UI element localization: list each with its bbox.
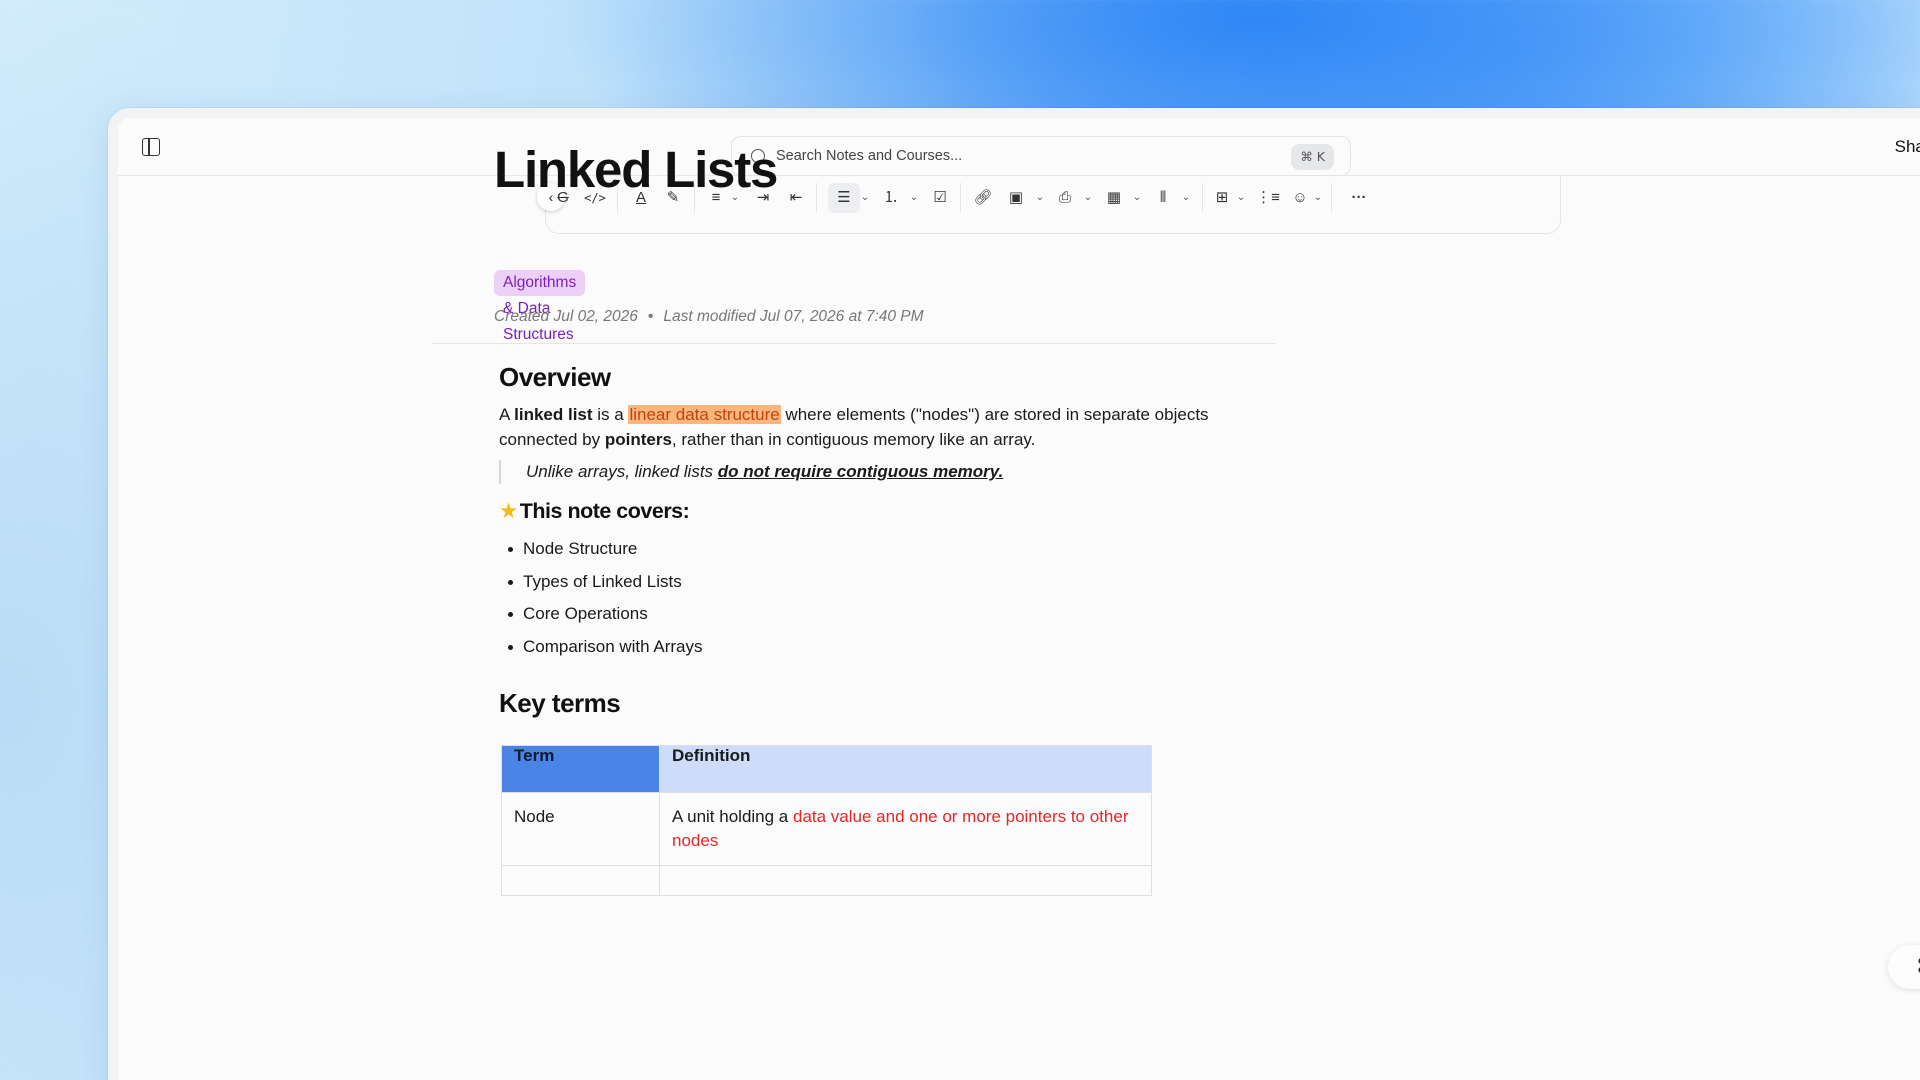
link-icon[interactable]: 🔗︎ [970, 183, 996, 213]
text-span: is a [592, 405, 629, 424]
course-tag[interactable]: Algorithms & Data Structures [494, 270, 586, 343]
list-item: Core Operations [508, 602, 703, 635]
quote-emphasis: do not require contiguous memory. [717, 462, 1004, 481]
file-icon[interactable]: ⎙ [1052, 183, 1078, 213]
note-title[interactable]: Linked Lists [494, 140, 778, 199]
image-dropdown-icon[interactable]: ⌄ [1033, 183, 1047, 213]
list-item: Comparison with Arrays [508, 635, 703, 668]
covers-list: Node Structure Types of Linked Lists Cor… [508, 537, 703, 667]
share-button[interactable]: Share [1895, 137, 1920, 157]
definition-text: A unit holding a [672, 807, 793, 826]
outdent-icon[interactable]: ⇤ [783, 183, 809, 213]
table-row [501, 865, 1152, 896]
bullet-list-icon[interactable]: ☰ [828, 183, 860, 213]
table-cell-term: Node [501, 792, 660, 866]
table-header-term: Term [501, 745, 660, 793]
numbered-list-dropdown-icon[interactable]: ⌄ [907, 183, 921, 213]
video-dropdown-icon[interactable]: ⌄ [1130, 183, 1144, 213]
search-shortcut-badge: ⌘ K [1291, 144, 1334, 170]
numbered-list-icon[interactable]: ⒈ [878, 183, 904, 213]
checklist-icon[interactable]: ☑ [927, 183, 953, 213]
table-cell-definition: A unit holding a data value and one or m… [659, 792, 1152, 866]
toolbar-divider [816, 183, 817, 213]
emoji-icon[interactable]: ☺ [1287, 183, 1313, 213]
covers-heading: ★This note covers: [499, 499, 690, 524]
table-cell-term [501, 865, 660, 896]
video-icon[interactable]: ▦ [1101, 183, 1127, 213]
table-row: Node A unit holding a data value and one… [501, 792, 1152, 866]
toolbar-divider [1331, 183, 1332, 213]
overview-heading: Overview [499, 362, 611, 392]
blockquote: Unlike arrays, linked lists do not requi… [499, 460, 1003, 484]
bold-term: pointers [604, 429, 672, 449]
text-span: , rather than in contiguous memory like … [671, 429, 1036, 449]
emoji-dropdown-icon[interactable]: ⌄ [1311, 183, 1325, 213]
toolbar-divider [960, 183, 961, 213]
overview-paragraph: A linked list is a linear data structure… [499, 403, 1219, 452]
note-metadata: Created Jul 02, 2026 • Last modified Jul 0… [494, 308, 924, 326]
table-cell-definition [659, 865, 1152, 896]
table-icon[interactable]: ⊞ [1209, 183, 1235, 213]
list-item: Types of Linked Lists [508, 570, 703, 603]
modified-date: Last modified Jul 07, 2026 at 7:40 PM [663, 308, 924, 325]
search-input[interactable]: Search Notes and Courses... ⌘ K [731, 136, 1351, 176]
list-item: Node Structure [508, 537, 703, 570]
table-header-row: Term Definition [501, 745, 1152, 793]
audio-dropdown-icon[interactable]: ⌄ [1179, 183, 1193, 213]
covers-heading-text: This note covers: [519, 499, 690, 523]
table-header-definition: Definition [659, 745, 1152, 793]
audio-icon[interactable]: ⦀ [1150, 183, 1176, 213]
image-icon[interactable]: ▣ [1003, 183, 1029, 213]
key-terms-table: Term Definition Node A unit holding a da… [501, 745, 1152, 896]
header-divider [432, 343, 1276, 344]
sidebar-toggle-icon[interactable] [142, 138, 160, 156]
text-span: A [499, 405, 515, 424]
created-date: Created Jul 02, 2026 [494, 308, 638, 325]
key-terms-heading: Key terms [499, 688, 621, 718]
app-window: Search Notes and Courses... ⌘ K Share ‹ … [108, 108, 1920, 1080]
search-placeholder: Search Notes and Courses... [776, 148, 963, 164]
command-menu-icon[interactable]: ⌘ [1888, 945, 1920, 989]
line-numbers-icon[interactable]: ⋮≡ [1255, 183, 1281, 213]
quote-text: Unlike arrays, linked lists [526, 462, 718, 481]
bullet-list-dropdown-icon[interactable]: ⌄ [858, 183, 872, 213]
table-dropdown-icon[interactable]: ⌄ [1234, 183, 1248, 213]
star-icon: ★ [499, 499, 518, 523]
toolbar-divider [1202, 183, 1203, 213]
bold-term: linked list [514, 405, 593, 424]
top-bar: Search Notes and Courses... ⌘ K Share [118, 118, 1920, 176]
highlighted-text: linear data structure [628, 405, 781, 424]
meta-separator: • [647, 308, 654, 325]
file-dropdown-icon[interactable]: ⌄ [1081, 183, 1095, 213]
more-icon[interactable]: ··· [1346, 183, 1372, 213]
